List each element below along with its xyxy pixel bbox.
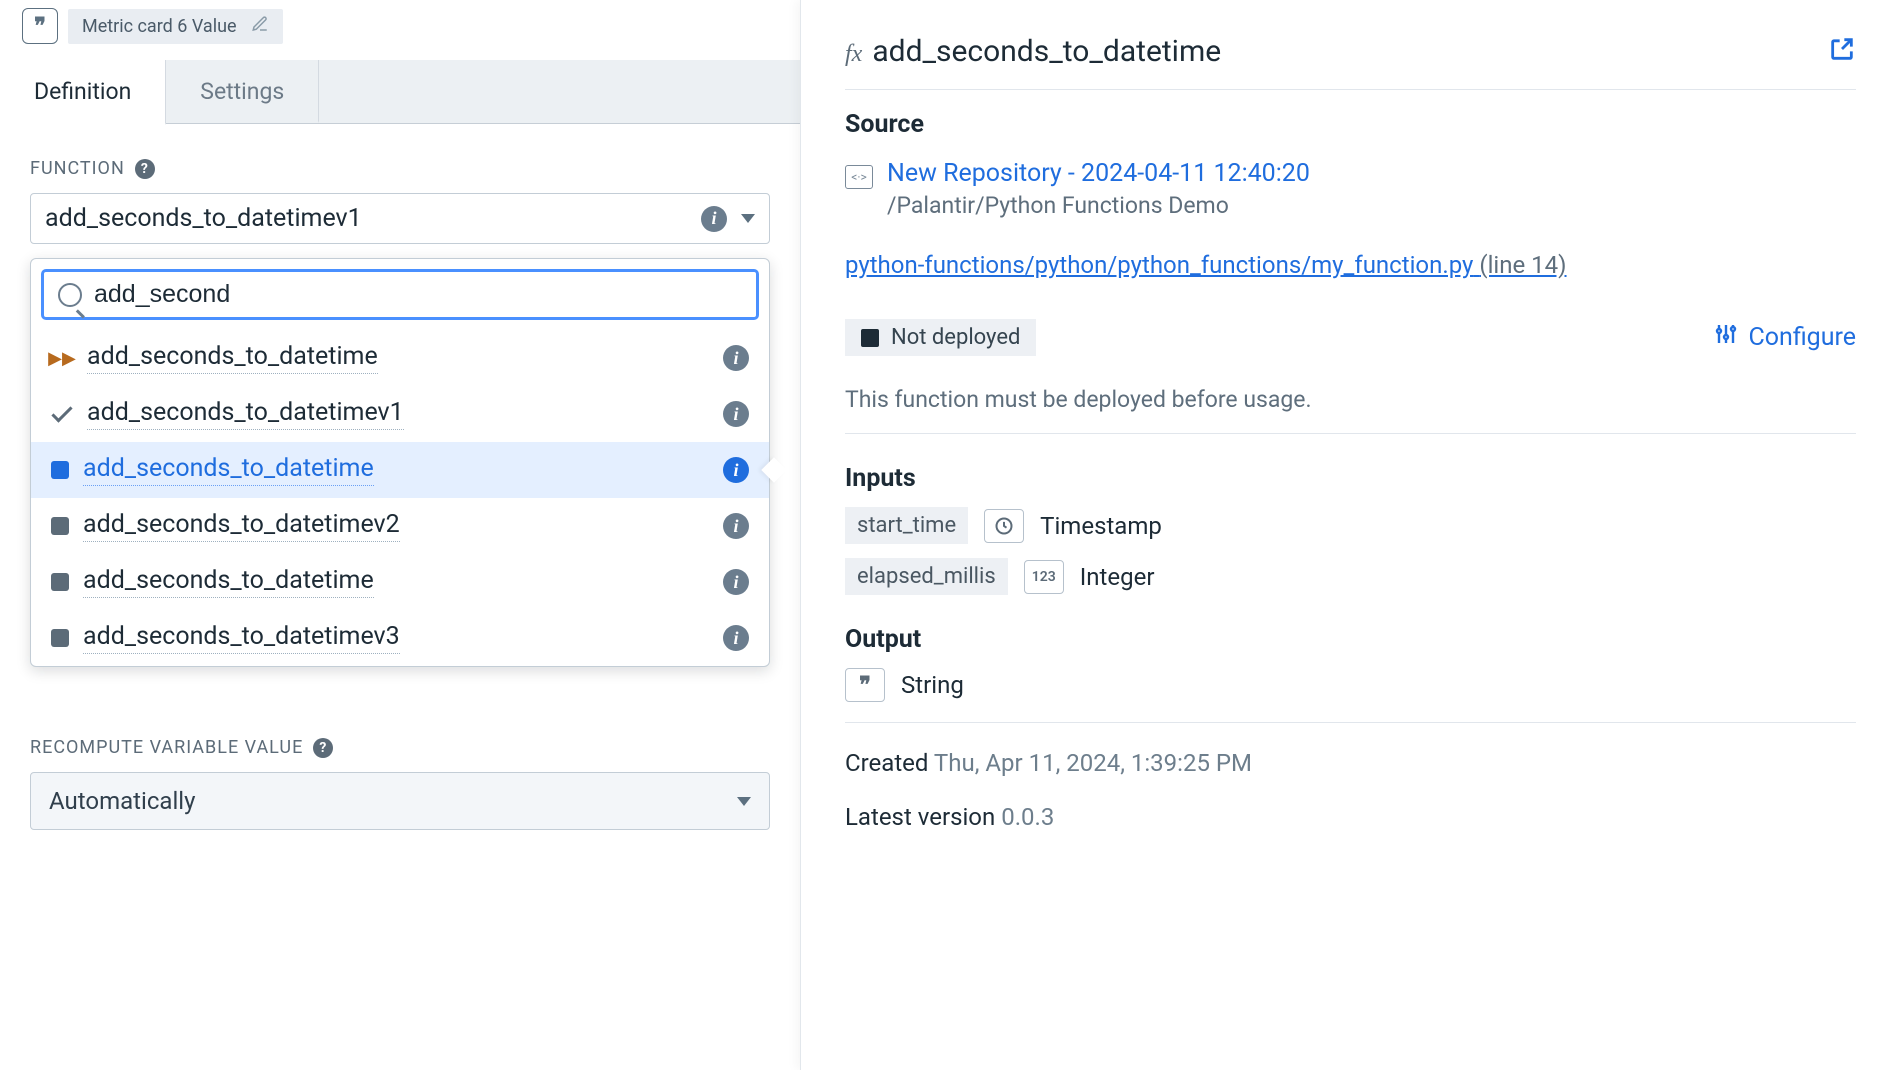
info-icon[interactable]: i <box>723 457 749 483</box>
help-icon[interactable]: ? <box>313 738 333 758</box>
stop-icon <box>51 517 69 535</box>
timestamp-icon <box>984 509 1024 543</box>
integer-icon: 123 <box>1024 560 1064 594</box>
function-option[interactable]: add_seconds_to_datetimev3 i <box>31 610 769 666</box>
input-row: elapsed_millis 123 Integer <box>845 558 1856 595</box>
recompute-select[interactable]: Automatically <box>30 772 770 830</box>
function-option[interactable]: add_seconds_to_datetime i <box>31 554 769 610</box>
search-icon <box>58 283 82 307</box>
function-select-value: add_seconds_to_datetimev1 <box>45 204 362 233</box>
function-label: FUNCTION ? <box>30 158 770 179</box>
deploy-status: Not deployed <box>845 319 1036 356</box>
info-icon[interactable]: i <box>723 401 749 427</box>
output-heading: Output <box>845 625 1856 654</box>
source-heading: Source <box>845 110 1856 139</box>
fast-forward-icon: ▶▶ <box>51 348 73 369</box>
function-options: ▶▶add_seconds_to_datetimeiadd_seconds_to… <box>31 330 769 666</box>
sliders-icon <box>1714 322 1738 353</box>
input-name: elapsed_millis <box>845 558 1008 595</box>
function-option[interactable]: ▶▶ add_seconds_to_datetime i <box>31 330 769 386</box>
help-icon[interactable]: ? <box>135 159 155 179</box>
check-icon <box>51 411 73 417</box>
repository-icon: <·> <box>845 165 873 189</box>
stop-icon <box>51 573 69 591</box>
tab-settings[interactable]: Settings <box>166 60 319 123</box>
chevron-down-icon <box>741 214 755 223</box>
edit-icon[interactable] <box>251 15 269 38</box>
function-search-popover: ▶▶add_seconds_to_datetimeiadd_seconds_to… <box>30 258 770 667</box>
function-search-input[interactable] <box>94 280 742 309</box>
recompute-value: Automatically <box>49 787 196 815</box>
function-search-row <box>41 269 759 320</box>
output-type: String <box>901 671 964 699</box>
created-row: Created Thu, Apr 11, 2024, 1:39:25 PM <box>845 749 1856 777</box>
configure-button[interactable]: Configure <box>1714 322 1856 353</box>
repository-path: /Palantir/Python Functions Demo <box>887 192 1310 219</box>
repository-link[interactable]: New Repository - 2024-04-11 12:40:20 <box>887 159 1310 188</box>
tab-definition[interactable]: Definition <box>0 60 166 125</box>
quote-icon: ❞ <box>22 8 58 44</box>
breadcrumb-title: Metric card 6 Value <box>82 16 237 37</box>
option-label: add_seconds_to_datetime <box>83 454 374 486</box>
chevron-down-icon <box>737 797 751 806</box>
info-icon[interactable]: i <box>723 345 749 371</box>
breadcrumb: ❞ Metric card 6 Value <box>0 0 800 52</box>
pop-in-icon[interactable] <box>1828 35 1856 68</box>
fx-icon: fx <box>845 41 862 68</box>
stop-icon <box>51 629 69 647</box>
info-icon[interactable]: i <box>723 569 749 595</box>
option-label: add_seconds_to_datetime <box>87 342 378 374</box>
recompute-label: RECOMPUTE VARIABLE VALUE ? <box>30 737 770 758</box>
option-label: add_seconds_to_datetimev3 <box>83 622 400 654</box>
deploy-note: This function must be deployed before us… <box>845 386 1856 413</box>
inputs-heading: Inputs <box>845 464 1856 493</box>
info-icon[interactable]: i <box>723 625 749 651</box>
option-label: add_seconds_to_datetimev2 <box>83 510 400 542</box>
input-name: start_time <box>845 507 968 544</box>
info-icon[interactable]: i <box>701 206 727 232</box>
info-icon[interactable]: i <box>723 513 749 539</box>
function-option[interactable]: add_seconds_to_datetimev2 i <box>31 498 769 554</box>
input-type: Timestamp <box>1040 512 1162 540</box>
tabs: Definition Settings <box>0 60 800 124</box>
function-option[interactable]: add_seconds_to_datetimev1 i <box>31 386 769 442</box>
option-label: add_seconds_to_datetime <box>83 566 374 598</box>
detail-title: fx add_seconds_to_datetime <box>845 34 1221 69</box>
stop-icon <box>51 461 69 479</box>
option-label: add_seconds_to_datetimev1 <box>87 398 404 430</box>
file-link[interactable]: python-functions/python/python_functions… <box>845 251 1856 279</box>
function-select[interactable]: add_seconds_to_datetimev1 i <box>30 193 770 244</box>
input-type: Integer <box>1080 563 1155 591</box>
version-row: Latest version 0.0.3 <box>845 803 1856 831</box>
breadcrumb-chip[interactable]: Metric card 6 Value <box>68 9 283 44</box>
string-icon: ❞ <box>845 668 885 702</box>
input-row: start_time Timestamp <box>845 507 1856 544</box>
stop-icon <box>861 329 879 347</box>
function-option[interactable]: add_seconds_to_datetime i <box>31 442 769 498</box>
